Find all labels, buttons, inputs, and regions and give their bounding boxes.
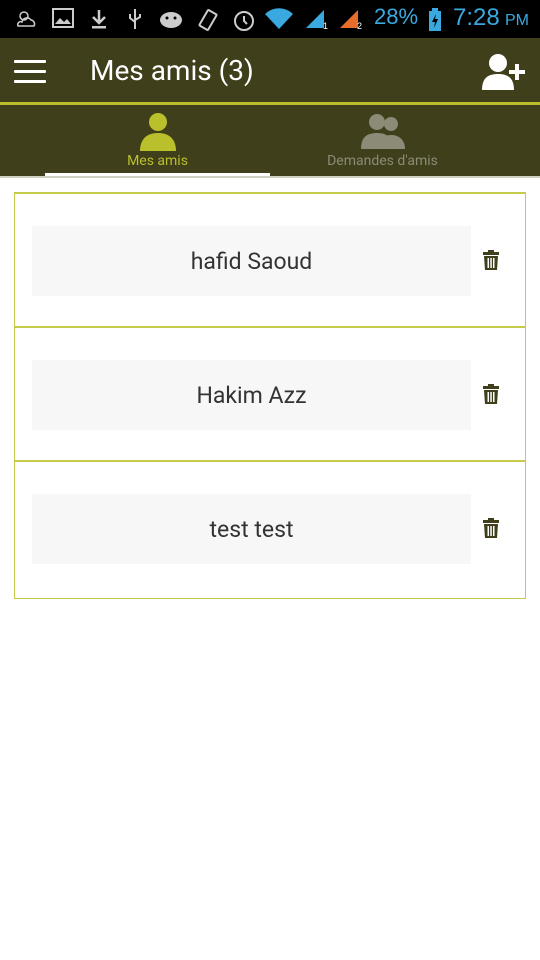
list-item: Hakim Azz bbox=[15, 328, 525, 462]
friend-name[interactable]: test test bbox=[32, 494, 471, 564]
tab-label: Mes amis bbox=[127, 153, 188, 169]
clock-ampm: PM bbox=[505, 12, 529, 29]
friend-name[interactable]: Hakim Azz bbox=[32, 360, 471, 430]
page-title: Mes amis (3) bbox=[90, 54, 254, 87]
tab-mes-amis[interactable]: Mes amis bbox=[45, 105, 270, 176]
action-bar: Mes amis (3) bbox=[0, 38, 540, 105]
list-item: hafid Saoud bbox=[15, 194, 525, 328]
usb-icon bbox=[129, 9, 141, 29]
signal-sim2-icon: 2 bbox=[340, 10, 362, 30]
tab-demandes-amis[interactable]: Demandes d'amis bbox=[270, 105, 495, 176]
tabs-divider bbox=[0, 176, 540, 178]
alarm-icon bbox=[234, 11, 254, 31]
vibrate-icon bbox=[198, 9, 218, 31]
svg-text:1: 1 bbox=[323, 21, 328, 30]
people-icon bbox=[360, 114, 405, 149]
status-bar: 1 2 28% 7:28 PM bbox=[0, 0, 540, 38]
tab-label: Demandes d'amis bbox=[327, 153, 438, 169]
add-user-icon[interactable] bbox=[482, 52, 526, 92]
download-icon bbox=[92, 10, 106, 29]
tab-bar: Mes amis Demandes d'amis bbox=[0, 105, 540, 176]
hamburger-menu-icon[interactable] bbox=[14, 60, 46, 83]
list-item: test test bbox=[15, 462, 525, 596]
battery-icon bbox=[429, 8, 441, 31]
battery-percent: 28% bbox=[374, 4, 419, 29]
trash-icon[interactable] bbox=[482, 250, 500, 270]
signal-sim1-icon: 1 bbox=[306, 10, 328, 30]
gallery-icon bbox=[52, 8, 74, 28]
svg-text:2: 2 bbox=[357, 21, 362, 30]
trash-icon[interactable] bbox=[482, 384, 500, 404]
trash-icon[interactable] bbox=[482, 518, 500, 538]
android-icon bbox=[160, 12, 182, 28]
friend-name[interactable]: hafid Saoud bbox=[32, 226, 471, 296]
person-icon bbox=[139, 113, 176, 151]
weather-icon bbox=[16, 11, 36, 27]
clock-time: 7:28 bbox=[453, 4, 500, 31]
friends-list: hafid Saoud Hakim Azz test test bbox=[14, 192, 526, 599]
wifi-icon bbox=[265, 8, 293, 29]
